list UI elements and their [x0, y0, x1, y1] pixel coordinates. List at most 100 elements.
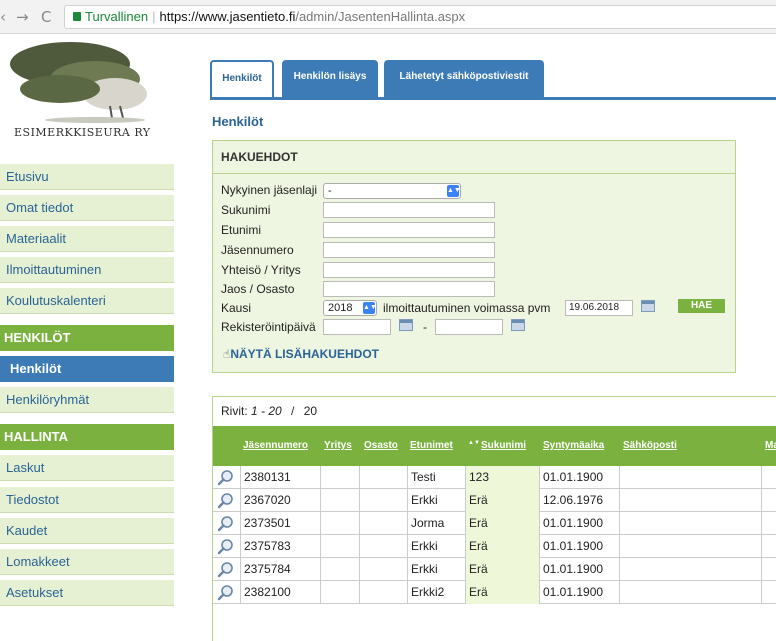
cell-birth: 01.01.1900 [539, 581, 619, 604]
cell-extra [761, 466, 776, 489]
cell-division [359, 535, 407, 558]
cell-email [619, 489, 761, 512]
cell-number: 2382100 [240, 581, 320, 604]
division-input[interactable] [323, 281, 495, 297]
search-button[interactable]: HAE [678, 299, 725, 313]
cell-division [359, 581, 407, 604]
sidebar-item-lomakkeet[interactable]: Lomakkeet [0, 549, 174, 575]
column-header-more[interactable]: Ma [765, 440, 776, 451]
cell-company [320, 558, 359, 581]
organization-label: Yhteisö / Yritys [221, 263, 301, 277]
cell-company [320, 466, 359, 489]
secure-label: Turvallinen [85, 9, 149, 24]
sidebar-item-tiedostot[interactable]: Tiedostot [0, 487, 174, 513]
sidebar-item-etusivu[interactable]: Etusivu [0, 164, 174, 190]
sidebar-item-laskut[interactable]: Laskut [0, 455, 174, 481]
cell-birth: 01.01.1900 [539, 535, 619, 558]
table-row[interactable]: 2380131 Testi 123 01.01.1900 [213, 466, 776, 489]
lock-icon [73, 12, 81, 21]
cell-extra [761, 581, 776, 604]
table-row[interactable]: 2375783 Erkki Erä 01.01.1900 [213, 535, 776, 558]
view-cell [213, 466, 240, 489]
cell-first: Jorma [407, 512, 465, 535]
back-icon[interactable]: ‹ [0, 8, 6, 26]
magnifier-icon[interactable] [217, 515, 234, 532]
calendar-icon[interactable] [511, 319, 525, 331]
table-row[interactable]: 2382100 Erkki2 Erä 01.01.1900 [213, 581, 776, 604]
registration-valid-date-input[interactable]: 19.06.2018 [565, 300, 633, 316]
table-row[interactable]: 2367020 Erkki Erä 12.06.1976 [213, 489, 776, 512]
division-label: Jaos / Osasto [221, 282, 295, 296]
column-header-sahkoposti[interactable]: Sähköposti [623, 440, 677, 451]
magnifier-icon[interactable] [217, 492, 234, 509]
cell-first: Erkki2 [407, 581, 465, 604]
sidebar-item-ilmoittautuminen[interactable]: Ilmoittautuminen [0, 257, 174, 283]
sidebar-item-materiaalit[interactable]: Materiaalit [0, 226, 174, 252]
select-arrows-icon: ▲▼ [447, 185, 461, 197]
cell-company [320, 535, 359, 558]
registration-date-from-input[interactable] [323, 319, 391, 335]
url-host: https://www.jasentieto.fi [159, 9, 296, 24]
search-panel: HAKUEHDOT Nykyinen jäsenlaji - ▲▼ Sukuni… [212, 140, 736, 373]
forward-icon[interactable]: → [16, 8, 29, 26]
view-cell [213, 512, 240, 535]
rows-total: 20 [303, 404, 318, 418]
date-range-separator: - [423, 320, 427, 334]
more-criteria-link[interactable]: ☝NÄYTÄ LISÄHAKUEHDOT [223, 347, 379, 361]
first-name-input[interactable] [323, 222, 495, 238]
tab-henkilot[interactable]: Henkilöt [210, 60, 274, 98]
magnifier-icon[interactable] [217, 469, 234, 486]
membership-type-value: - [328, 185, 332, 197]
sidebar-item-kaudet[interactable]: Kaudet [0, 518, 174, 544]
more-criteria-label: NÄYTÄ LISÄHAKUEHDOT [230, 347, 379, 361]
member-number-input[interactable] [323, 242, 495, 258]
membership-type-select[interactable]: - ▲▼ [323, 183, 461, 199]
sidebar-item-koulutuskalenteri[interactable]: Koulutuskalenteri [0, 288, 174, 314]
membership-type-label: Nykyinen jäsenlaji [221, 183, 318, 197]
column-header-osasto[interactable]: Osasto [364, 440, 398, 451]
registration-date-to-input[interactable] [435, 319, 503, 335]
magnifier-icon[interactable] [217, 584, 234, 601]
tab-henkilon-lisays[interactable]: Henkilön lisäys [282, 60, 378, 98]
browser-toolbar: ‹ → C Turvallinen | https://www.jasentieto… [0, 0, 776, 34]
calendar-icon[interactable] [641, 300, 655, 312]
sidebar-item-henkiloryhmat[interactable]: Henkilöryhmät [0, 387, 174, 413]
org-name: ESIMERKKISEURA RY [14, 126, 151, 139]
reload-icon[interactable]: C [41, 8, 51, 26]
cell-last: Erä [465, 489, 539, 512]
last-name-input[interactable] [323, 202, 495, 218]
column-header-jasennumero[interactable]: Jäsennumero [243, 440, 308, 451]
main-content: Henkilöt Henkilön lisäys Lähetetyt sähkö… [200, 34, 776, 641]
column-header-sukunimi[interactable]: Sukunimi [481, 440, 526, 451]
address-bar[interactable]: Turvallinen | https://www.jasentieto.fi/ad… [64, 5, 776, 29]
sidebar-item-omat-tiedot[interactable]: Omat tiedot [0, 195, 174, 221]
tab-lahetetyt-sahkopostiviestit[interactable]: Lähetetyt sähköpostiviestit [384, 60, 544, 98]
table-row[interactable]: 2375784 Erkki Erä 01.01.1900 [213, 558, 776, 581]
view-cell [213, 489, 240, 512]
column-header-yritys[interactable]: Yritys [324, 440, 352, 451]
cell-first: Testi [407, 466, 465, 489]
sidebar-section-hallinta: HALLINTA [0, 424, 174, 450]
cell-division [359, 466, 407, 489]
cell-email [619, 466, 761, 489]
column-header-syntymaaika[interactable]: Syntymäaika [543, 440, 604, 451]
magnifier-icon[interactable] [217, 561, 234, 578]
column-header-etunimet[interactable]: Etunimet [410, 440, 453, 451]
cell-extra [761, 512, 776, 535]
table-row[interactable]: 2373501 Jorma Erä 01.01.1900 [213, 512, 776, 535]
url-separator: | [152, 9, 156, 24]
season-select[interactable]: 2018 ▲▼ [323, 300, 377, 316]
rows-label: Rivit: [221, 404, 248, 418]
cell-birth: 01.01.1900 [539, 466, 619, 489]
sidebar-item-henkilot[interactable]: Henkilöt [0, 356, 174, 382]
cell-first: Erkki [407, 535, 465, 558]
sidebar-item-asetukset[interactable]: Asetukset [0, 580, 174, 606]
search-panel-heading: HAKUEHDOT [213, 141, 735, 174]
cell-first: Erkki [407, 489, 465, 512]
magnifier-icon[interactable] [217, 538, 234, 555]
view-cell [213, 581, 240, 604]
first-name-label: Etunimi [221, 223, 262, 237]
calendar-icon[interactable] [399, 319, 413, 331]
view-cell [213, 558, 240, 581]
organization-input[interactable] [323, 262, 495, 278]
